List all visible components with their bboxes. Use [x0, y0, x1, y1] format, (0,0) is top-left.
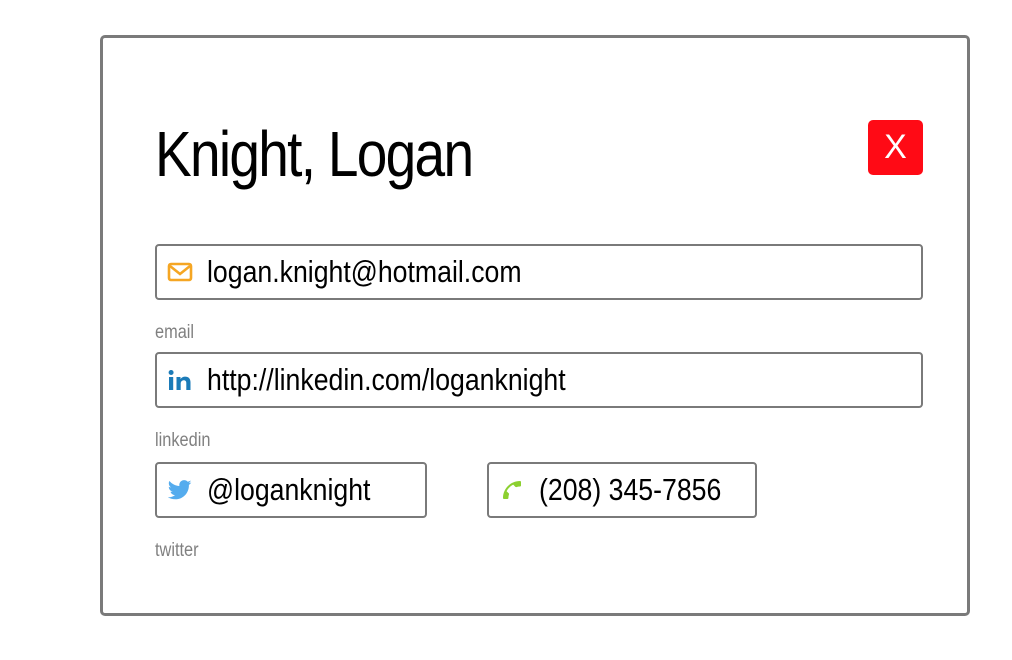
twitter-label: twitter: [155, 540, 199, 561]
linkedin-label: linkedin: [155, 430, 211, 451]
contact-card: Knight, Logan X logan.knight@hotmail.com…: [100, 35, 970, 616]
close-button[interactable]: X: [868, 120, 923, 175]
email-value: logan.knight@hotmail.com: [207, 254, 522, 289]
twitter-icon: [167, 477, 193, 503]
email-label: email: [155, 322, 195, 343]
linkedin-field[interactable]: http://linkedin.com/loganknight: [155, 352, 923, 408]
envelope-icon: [167, 259, 193, 285]
linkedin-value: http://linkedin.com/loganknight: [207, 362, 566, 397]
linkedin-icon: [167, 367, 193, 393]
twitter-value: @loganknight: [207, 472, 371, 507]
contact-name: Knight, Logan: [155, 118, 474, 190]
email-field[interactable]: logan.knight@hotmail.com: [155, 244, 923, 300]
phone-icon: [499, 477, 525, 503]
twitter-field[interactable]: @loganknight: [155, 462, 427, 518]
phone-value: (208) 345-7856: [539, 472, 722, 507]
phone-field[interactable]: (208) 345-7856: [487, 462, 757, 518]
